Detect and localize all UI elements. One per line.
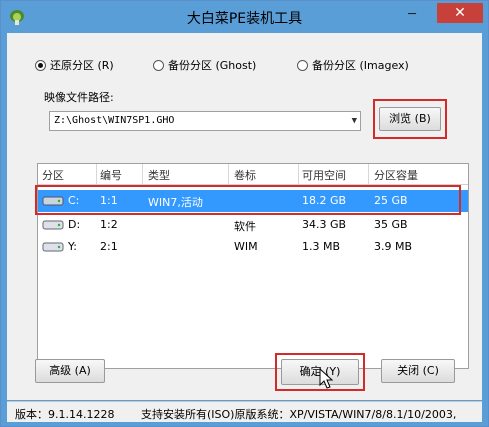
cell-free: 34.3 GB bbox=[302, 218, 347, 231]
cell-drive: Y: bbox=[68, 240, 77, 253]
radio-restore-partition[interactable]: 还原分区 (R) bbox=[35, 57, 114, 73]
cell-number: 1:2 bbox=[100, 218, 118, 231]
table-row[interactable]: D: 1:2 软件 34.3 GB 35 GB bbox=[38, 214, 468, 236]
radio-label: 还原分区 (R) bbox=[50, 59, 114, 72]
radio-dot-icon bbox=[153, 59, 164, 71]
drive-icon bbox=[42, 220, 64, 230]
minimize-button[interactable]: ─ bbox=[397, 5, 427, 25]
radio-label: 备份分区 (Ghost) bbox=[168, 59, 257, 72]
chevron-down-icon[interactable]: ▼ bbox=[352, 112, 357, 130]
radio-backup-ghost[interactable]: 备份分区 (Ghost) bbox=[153, 57, 256, 73]
advanced-button[interactable]: 高级 (A) bbox=[35, 359, 105, 383]
drive-icon bbox=[42, 242, 64, 252]
col-header[interactable]: 可用空间 bbox=[302, 167, 346, 183]
cell-number: 2:1 bbox=[100, 240, 118, 253]
cell-size: 35 GB bbox=[374, 218, 408, 231]
status-bar: 版本：9.1.14.1228 支持安装所有(ISO)原版系统：XP/VISTA/… bbox=[7, 401, 482, 422]
cell-label: 软件 bbox=[234, 220, 256, 233]
image-path-label: 映像文件路径: bbox=[44, 91, 114, 104]
cell-label: WIM bbox=[234, 240, 258, 253]
cell-size: 3.9 MB bbox=[374, 240, 413, 253]
main-panel: 还原分区 (R) 备份分区 (Ghost) 备份分区 (Imagex) 映像文件… bbox=[7, 33, 482, 400]
radio-backup-imagex[interactable]: 备份分区 (Imagex) bbox=[297, 57, 409, 73]
image-path-select[interactable]: Z:\Ghost\WIN7SP1.GHO ▼ bbox=[49, 111, 361, 131]
app-window: 大白菜PE装机工具 ─ ✕ 还原分区 (R) 备份分区 (Ghost) 备份分区… bbox=[0, 0, 489, 427]
table-header: 分区 编号 类型 卷标 可用空间 分区容量 bbox=[38, 164, 468, 185]
cell-free: 1.3 MB bbox=[302, 240, 341, 253]
col-header[interactable]: 编号 bbox=[100, 167, 122, 183]
radio-label: 备份分区 (Imagex) bbox=[312, 59, 409, 72]
image-path-value: Z:\Ghost\WIN7SP1.GHO bbox=[54, 115, 175, 126]
col-header[interactable]: 分区 bbox=[42, 167, 64, 183]
col-header[interactable]: 分区容量 bbox=[374, 167, 418, 183]
col-header[interactable]: 卷标 bbox=[234, 167, 256, 183]
radio-dot-icon bbox=[297, 59, 308, 71]
mouse-pointer-icon bbox=[319, 368, 334, 389]
close-button[interactable]: 关闭 (C) bbox=[381, 359, 455, 383]
version-text: 版本：9.1.14.1228 bbox=[15, 408, 115, 421]
browse-button[interactable]: 浏览 (B) bbox=[379, 107, 441, 131]
title-bar[interactable]: 大白菜PE装机工具 ─ ✕ bbox=[1, 1, 488, 33]
close-window-button[interactable]: ✕ bbox=[437, 3, 483, 23]
radio-dot-icon bbox=[35, 59, 46, 71]
support-text: 支持安装所有(ISO)原版系统：XP/VISTA/WIN7/8/8.1/10/2… bbox=[141, 408, 457, 421]
cell-drive: D: bbox=[68, 218, 81, 231]
col-header[interactable]: 类型 bbox=[148, 167, 170, 183]
selected-row-highlight-box bbox=[35, 185, 461, 215]
table-row[interactable]: Y: 2:1 WIM 1.3 MB 3.9 MB bbox=[38, 236, 468, 258]
